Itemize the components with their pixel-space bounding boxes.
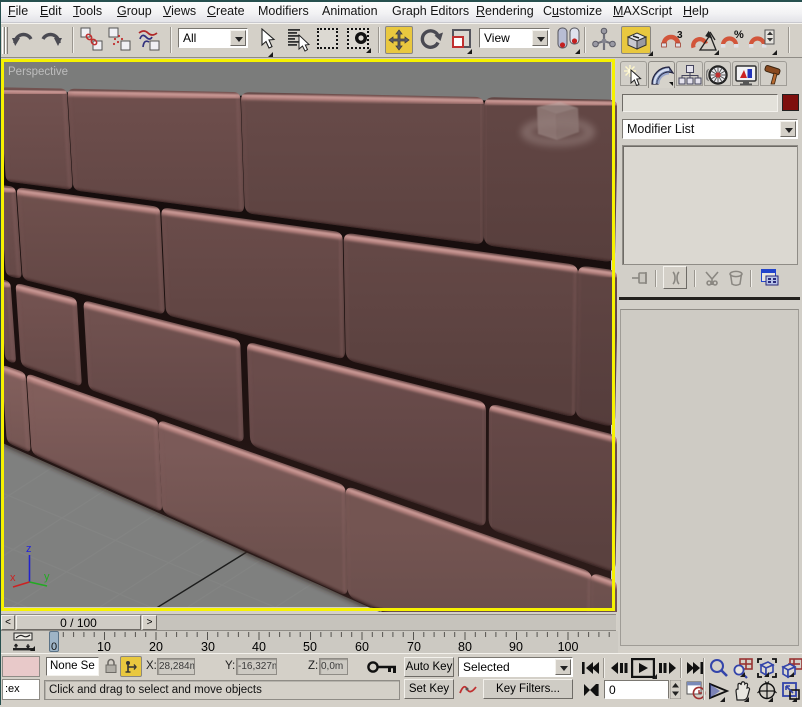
svg-text:100: 100	[558, 640, 579, 654]
svg-text:40: 40	[252, 640, 266, 654]
svg-text:70: 70	[407, 640, 421, 654]
svg-text:3: 3	[677, 30, 683, 41]
svg-text:10: 10	[97, 640, 111, 654]
svg-text:20: 20	[149, 640, 163, 654]
svg-text:60: 60	[355, 640, 369, 654]
svg-text:90: 90	[509, 640, 523, 654]
svg-text:Perspective: Perspective	[8, 66, 68, 78]
svg-text:30: 30	[201, 640, 215, 654]
svg-text:%: %	[734, 29, 744, 41]
svg-text:80: 80	[458, 640, 472, 654]
svg-text:z: z	[26, 543, 32, 555]
svg-text:y: y	[44, 571, 50, 583]
svg-text:x: x	[10, 572, 16, 584]
svg-text:50: 50	[303, 640, 317, 654]
